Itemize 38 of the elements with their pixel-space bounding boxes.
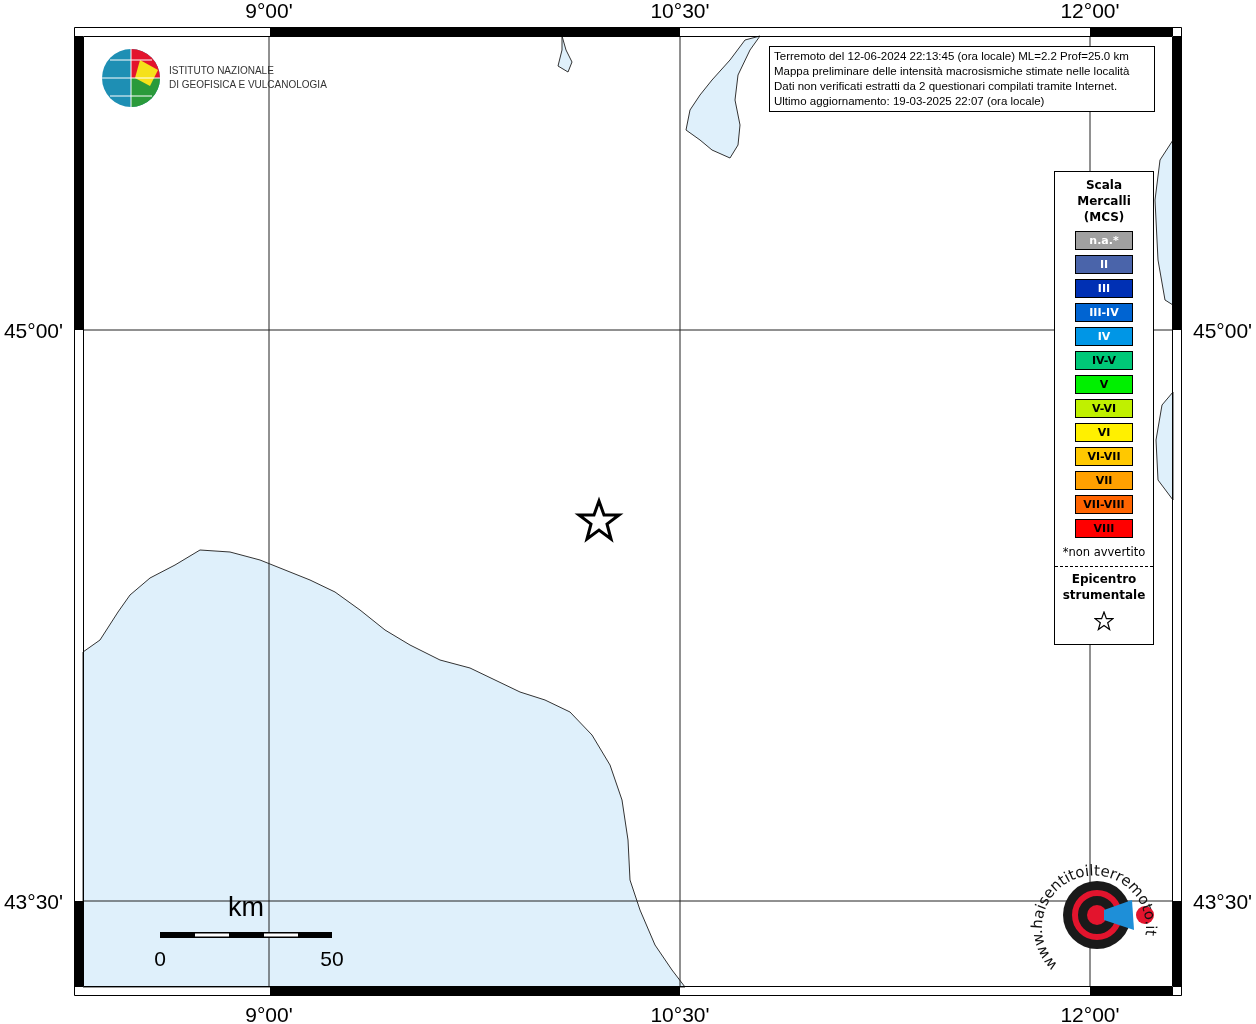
intensity-swatch: VII-VIII	[1075, 495, 1133, 514]
intensity-swatch: V-VI	[1075, 399, 1133, 418]
info-text: Mappa preliminare delle intensità macrosismiche stimate nelle località	[774, 64, 1131, 79]
intensity-swatch: VI	[1075, 423, 1133, 442]
intensity-swatch: III	[1075, 279, 1133, 298]
intensity-swatch: V	[1075, 375, 1133, 394]
scale-unit: km	[228, 892, 264, 922]
scale-label: 0	[154, 947, 166, 970]
institute-name: ISTITUTO NAZIONALE	[169, 65, 274, 76]
longitude-label: 9°00'	[245, 0, 293, 22]
latitude-label: 45°00'	[1193, 319, 1253, 342]
intensity-swatch: IV-V	[1075, 351, 1133, 370]
info-text: Ultimo aggiornamento: 19-03-2025 22:07 (ora locale)	[774, 94, 1046, 109]
intensity-swatch: VII	[1075, 471, 1133, 490]
scale-label: 50	[320, 947, 344, 970]
intensity-swatch: VIII	[1075, 519, 1133, 538]
legend-title: strumentale	[1062, 587, 1146, 603]
latitude-label: 45°00'	[3, 319, 63, 342]
info-text: Dati non verificati estratti da 2 questionari compilati tramite Internet.	[774, 79, 1119, 94]
longitude-label: 12°00'	[1060, 0, 1120, 22]
legend-title: Scala	[1085, 177, 1123, 193]
longitude-label: 10°30'	[650, 1003, 710, 1024]
legend-note: *non avvertito	[1062, 545, 1146, 559]
latitude-label: 43°30'	[3, 890, 63, 913]
intensity-swatch: n.a.*	[1075, 231, 1133, 250]
info-text: Terremoto del 12-06-2024 22:13:45 (ora locale) ML=2.2 Prof=25.0 km	[774, 49, 1130, 64]
longitude-label: 10°30'	[650, 0, 710, 22]
legend-title: Epicentro	[1071, 571, 1137, 587]
longitude-label: 12°00'	[1060, 1003, 1120, 1024]
intensity-swatch: II	[1075, 255, 1133, 274]
institute-name: DI GEOFISICA E VULCANOLOGIA	[169, 79, 327, 90]
intensity-swatch: VI-VII	[1075, 447, 1133, 466]
longitude-label: 9°00'	[245, 1003, 293, 1024]
latitude-label: 43°30'	[1193, 890, 1253, 913]
intensity-swatch: IV	[1075, 327, 1133, 346]
legend-title: (MCS)	[1083, 209, 1125, 225]
intensity-swatch: III-IV	[1075, 303, 1133, 322]
legend-title: Mercalli	[1077, 193, 1131, 209]
